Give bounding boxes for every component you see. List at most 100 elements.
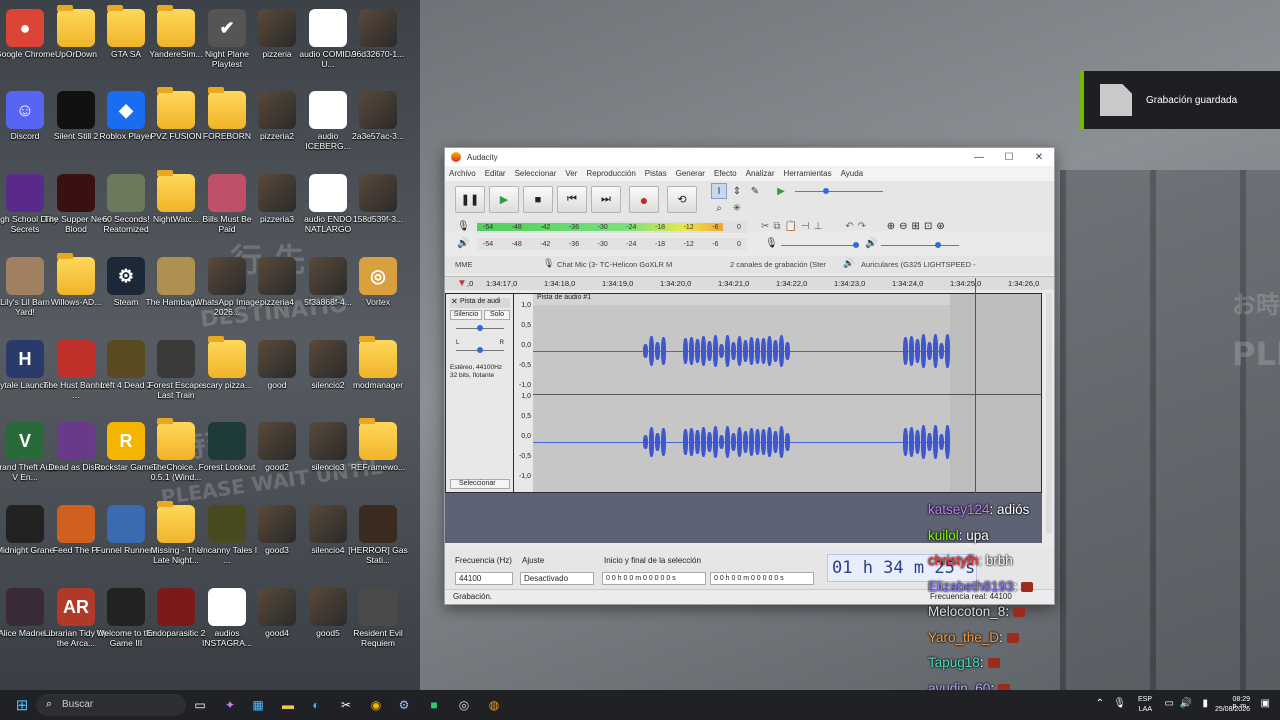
battery-icon[interactable]: ▮	[1202, 698, 1208, 709]
select-track-button[interactable]: Seleccionar	[450, 479, 510, 489]
file-explorer-icon[interactable]: ▬	[278, 695, 298, 715]
clock-date[interactable]: 25/08/2026	[1215, 706, 1250, 713]
menu-item[interactable]: Archivo	[449, 169, 476, 178]
output-volume-knob[interactable]	[935, 242, 941, 248]
recording-meter[interactable]: -54 -48 -42 -36 -30 -24 -18 -12 -6 0	[477, 221, 747, 233]
project-rate-select[interactable]: 44100	[455, 572, 513, 585]
playback-speed-slider[interactable]	[795, 191, 883, 192]
vertical-scrollbar[interactable]	[1046, 293, 1052, 533]
input-volume-slider[interactable]	[781, 245, 859, 246]
silence-icon[interactable]: ⊥	[814, 221, 827, 232]
channels-select[interactable]: 2 canales de grabación (Ster	[730, 260, 826, 269]
edge-icon[interactable]: ◐	[306, 695, 326, 715]
zoom-out-icon[interactable]: ⊖	[899, 221, 911, 232]
desktop-icon[interactable]: modmanager	[342, 336, 414, 414]
recording-saved-notification[interactable]: Grabación guardada	[1080, 71, 1280, 129]
host-select[interactable]: MME	[455, 260, 473, 269]
paste-icon[interactable]: 📋	[785, 221, 801, 232]
menu-item[interactable]: Herramientas	[784, 169, 832, 178]
playback-speed-knob[interactable]	[823, 188, 829, 194]
track-close-icon[interactable]: ✕	[451, 297, 458, 306]
close-icon[interactable]: ✕	[1024, 152, 1054, 163]
audacity-taskbar-icon[interactable]: ◍	[484, 695, 504, 715]
copy-icon[interactable]: ⧉	[773, 221, 784, 232]
mute-button[interactable]: Silencio	[450, 310, 482, 320]
desktop-icon[interactable]: 96d32670-1...	[342, 5, 414, 83]
snap-select[interactable]: Desactivado	[520, 572, 594, 585]
snipping-tool-icon[interactable]: ✂	[336, 695, 356, 715]
output-volume-slider[interactable]	[881, 245, 959, 246]
undo-icon[interactable]: ↶	[845, 221, 857, 232]
play-at-speed-icon[interactable]: ▶	[773, 183, 789, 199]
menu-item[interactable]: Generar	[676, 169, 705, 178]
language-code[interactable]: ESP	[1138, 696, 1152, 703]
copilot-icon[interactable]: ✦	[220, 695, 240, 715]
menu-item[interactable]: Ver	[565, 169, 577, 178]
obs-icon[interactable]: ◎	[454, 695, 474, 715]
fit-project-icon[interactable]: ⊡	[924, 221, 936, 232]
pause-button[interactable]: ❚❚	[455, 186, 485, 213]
playback-meter[interactable]: -54 -48 -42 -36 -30 -24 -18 -12 -6 0	[477, 238, 747, 250]
steam-taskbar-icon[interactable]: ⚙	[394, 695, 414, 715]
waveform-clip[interactable]: Pista de audio #1	[533, 294, 950, 492]
envelope-tool-icon[interactable]: ⇕	[729, 183, 745, 199]
desktop-icon[interactable]: 2a3e57ac-3...	[342, 87, 414, 165]
notifications-icon[interactable]: ▣	[1261, 698, 1270, 709]
record-button[interactable]: ●	[629, 186, 659, 213]
minimize-icon[interactable]: —	[964, 152, 994, 163]
zoom-toggle-icon[interactable]: ⊛	[936, 221, 948, 232]
track-name-menu[interactable]: Pista de audi	[450, 298, 510, 308]
redo-icon[interactable]: ↷	[858, 221, 870, 232]
trim-icon[interactable]: ⊣	[801, 221, 814, 232]
desktop-icon[interactable]: 158d539f-3...	[342, 170, 414, 248]
play-head-icon[interactable]: ▼	[457, 278, 467, 289]
menu-item[interactable]: Efecto	[714, 169, 737, 178]
title-bar[interactable]: Audacity — ☐ ✕	[445, 148, 1054, 166]
search-box[interactable]: Buscar	[36, 694, 186, 716]
desktop-icon[interactable]: ◎ Vortex	[342, 253, 414, 331]
selection-start-field[interactable]: 0 0 h 0 0 m 0 0 0 0 0 s	[602, 572, 706, 585]
chevron-up-icon[interactable]: ⌃	[1096, 698, 1104, 709]
stop-button[interactable]: ■	[523, 186, 553, 213]
desktop-icon[interactable]: [HERROR] Gas Stati...	[342, 501, 414, 579]
start-icon[interactable]: ⊞	[12, 695, 32, 715]
gain-knob[interactable]	[477, 325, 483, 331]
multi-tool-icon[interactable]: ✳	[729, 200, 745, 216]
solo-button[interactable]: Solo	[484, 310, 510, 320]
input-device-select[interactable]: Chat Mic (3- TC-Helicon GoXLR M	[557, 260, 672, 269]
selection-tool-icon[interactable]: I	[711, 183, 727, 199]
fit-selection-icon[interactable]: ⊞	[912, 221, 924, 232]
chrome-taskbar-icon[interactable]: ◉	[366, 695, 386, 715]
timeline-ruler[interactable]: ▼ ,0 1:34:17,0 1:34:18,0 1:34:19,0 1:34:20,0…	[445, 276, 1054, 290]
language-region[interactable]: LAA	[1139, 706, 1152, 713]
skip-start-button[interactable]: ⏮	[557, 186, 587, 213]
zoom-in-icon[interactable]: ⊕	[887, 221, 899, 232]
output-device-select[interactable]: Auriculares (G325 LIGHTSPEED -	[861, 260, 976, 269]
store-icon[interactable]: ▦	[248, 695, 268, 715]
menu-item[interactable]: Pistas	[645, 169, 667, 178]
menu-item[interactable]: Ayuda	[841, 169, 864, 178]
mic-tray-icon[interactable]: 🎙	[1113, 698, 1126, 709]
menu-item[interactable]: Editar	[485, 169, 506, 178]
network-icon[interactable]: ▭	[1165, 698, 1174, 709]
volume-icon[interactable]: 🔊	[1180, 698, 1192, 709]
task-view-icon[interactable]: ▭	[190, 695, 210, 715]
zoom-tool-icon[interactable]: ⌕	[711, 200, 727, 216]
pan-knob[interactable]	[477, 347, 483, 353]
selection-end-field[interactable]: 0 0 h 0 0 m 0 0 0 0 0 s	[710, 572, 814, 585]
empty-track-space[interactable]	[950, 294, 1041, 492]
menu-item[interactable]: Reproducción	[586, 169, 635, 178]
maximize-icon[interactable]: ☐	[994, 152, 1024, 163]
geforce-icon[interactable]: ■	[424, 695, 444, 715]
skip-end-button[interactable]: ⏭	[591, 186, 621, 213]
cut-icon[interactable]: ✂	[761, 221, 773, 232]
desktop-icon[interactable]: REFramewo...	[342, 418, 414, 496]
menu-item[interactable]: Seleccionar	[515, 169, 557, 178]
desktop-icon[interactable]: Resident Evil Requiem	[342, 584, 414, 662]
input-volume-knob[interactable]	[853, 242, 859, 248]
draw-tool-icon[interactable]: ✎	[747, 183, 763, 199]
loop-button[interactable]: ⟲	[667, 186, 697, 213]
play-button[interactable]: ▶	[489, 186, 519, 213]
range-label[interactable]: Inicio y final de la selección	[604, 556, 701, 565]
menu-item[interactable]: Analizar	[746, 169, 775, 178]
